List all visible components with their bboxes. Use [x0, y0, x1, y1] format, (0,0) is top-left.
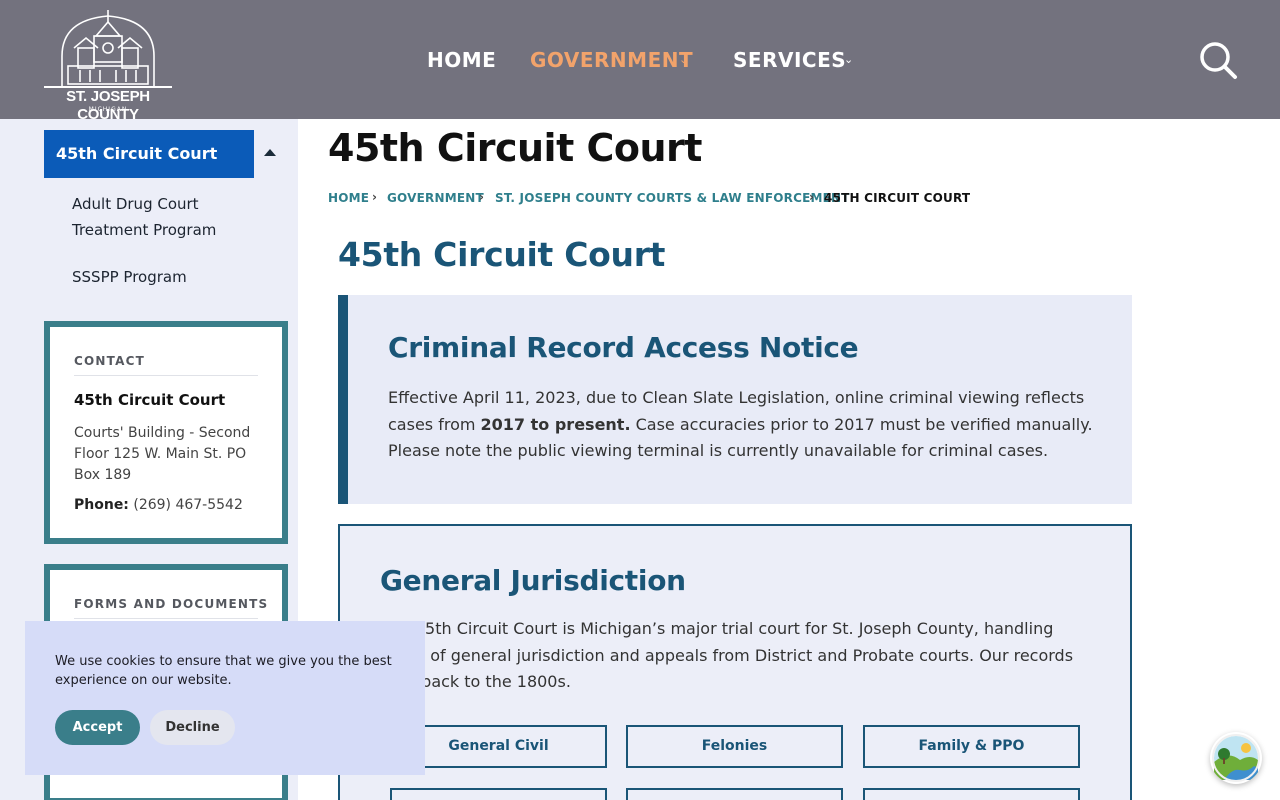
chevron-up-icon[interactable]: [264, 149, 276, 156]
nav-services[interactable]: SERVICES: [733, 47, 846, 73]
chevron-down-icon[interactable]: ⌄: [844, 47, 853, 73]
landscape-icon: [1212, 734, 1260, 782]
accept-button[interactable]: Accept: [55, 710, 140, 745]
category-button[interactable]: [863, 788, 1080, 800]
sidebar-item-drug-court[interactable]: Adult Drug Court Treatment Program: [72, 191, 252, 243]
site-header: ST. JOSEPH COUNTY MICHIGAN HOME GOVERNME…: [0, 0, 1280, 126]
contact-box: CONTACT 45th Circuit Court Courts' Build…: [44, 321, 288, 544]
logo-subtext: MICHIGAN: [88, 106, 128, 113]
jurisdiction-box: General Jurisdiction The 45th Circuit Co…: [338, 524, 1132, 800]
family-ppo-button[interactable]: Family & PPO: [863, 725, 1080, 768]
main-nav: HOME GOVERNMENT ⌄ SERVICES ⌄: [0, 47, 1280, 73]
category-button[interactable]: [390, 788, 607, 800]
contact-address: Courts' Building - Second Floor 125 W. M…: [74, 425, 251, 483]
decline-button[interactable]: Decline: [150, 710, 235, 745]
chevron-right-icon: ›: [809, 190, 815, 204]
breadcrumb-government[interactable]: GOVERNMENT: [387, 191, 484, 205]
nav-government[interactable]: GOVERNMENT: [530, 47, 693, 73]
page-title: 45th Circuit Court: [328, 126, 702, 170]
contact-name: 45th Circuit Court: [74, 391, 226, 409]
divider: [74, 375, 258, 376]
notice-box: Criminal Record Access Notice Effective …: [338, 295, 1132, 504]
nav-home[interactable]: HOME: [427, 47, 496, 73]
felonies-button[interactable]: Felonies: [626, 725, 843, 768]
landscape-badge-icon[interactable]: [1210, 732, 1262, 784]
chevron-right-icon: ›: [372, 190, 378, 204]
chevron-right-icon: ›: [479, 190, 485, 204]
category-button[interactable]: [626, 788, 843, 800]
breadcrumb-current: 45TH CIRCUIT COURT: [824, 191, 971, 205]
phone-number[interactable]: (269) 467-5542: [133, 497, 243, 513]
phone-label: Phone:: [74, 497, 129, 513]
contact-title: CONTACT: [74, 354, 145, 368]
search-icon[interactable]: [1198, 40, 1238, 80]
jurisdiction-body: The 45th Circuit Court is Michigan’s maj…: [380, 619, 1074, 691]
forms-title: FORMS AND DOCUMENTS: [74, 597, 269, 611]
cookie-banner: We use cookies to ensure that we give yo…: [25, 621, 425, 775]
divider: [74, 618, 258, 619]
sidebar-item-sssp[interactable]: SSSPP Program: [72, 264, 187, 290]
jurisdiction-title: General Jurisdiction: [380, 564, 686, 597]
chevron-down-icon[interactable]: ⌄: [679, 47, 688, 73]
notice-bold-text: 2017 to present.: [480, 414, 631, 434]
breadcrumb-home[interactable]: HOME: [328, 191, 369, 205]
contact-phone: Phone: (269) 467-5542: [74, 497, 243, 513]
breadcrumb: HOME › GOVERNMENT › ST. JOSEPH COUNTY CO…: [328, 190, 1028, 207]
breadcrumb-courts[interactable]: ST. JOSEPH COUNTY COURTS & LAW ENFORCEME…: [495, 191, 850, 205]
cookie-text: We use cookies to ensure that we give yo…: [55, 654, 392, 688]
sidebar-item-circuit-court[interactable]: 45th Circuit Court: [44, 130, 254, 178]
section-heading: 45th Circuit Court: [338, 235, 666, 274]
notice-body: Effective April 11, 2023, due to Clean S…: [388, 385, 1098, 465]
notice-title: Criminal Record Access Notice: [388, 331, 859, 364]
